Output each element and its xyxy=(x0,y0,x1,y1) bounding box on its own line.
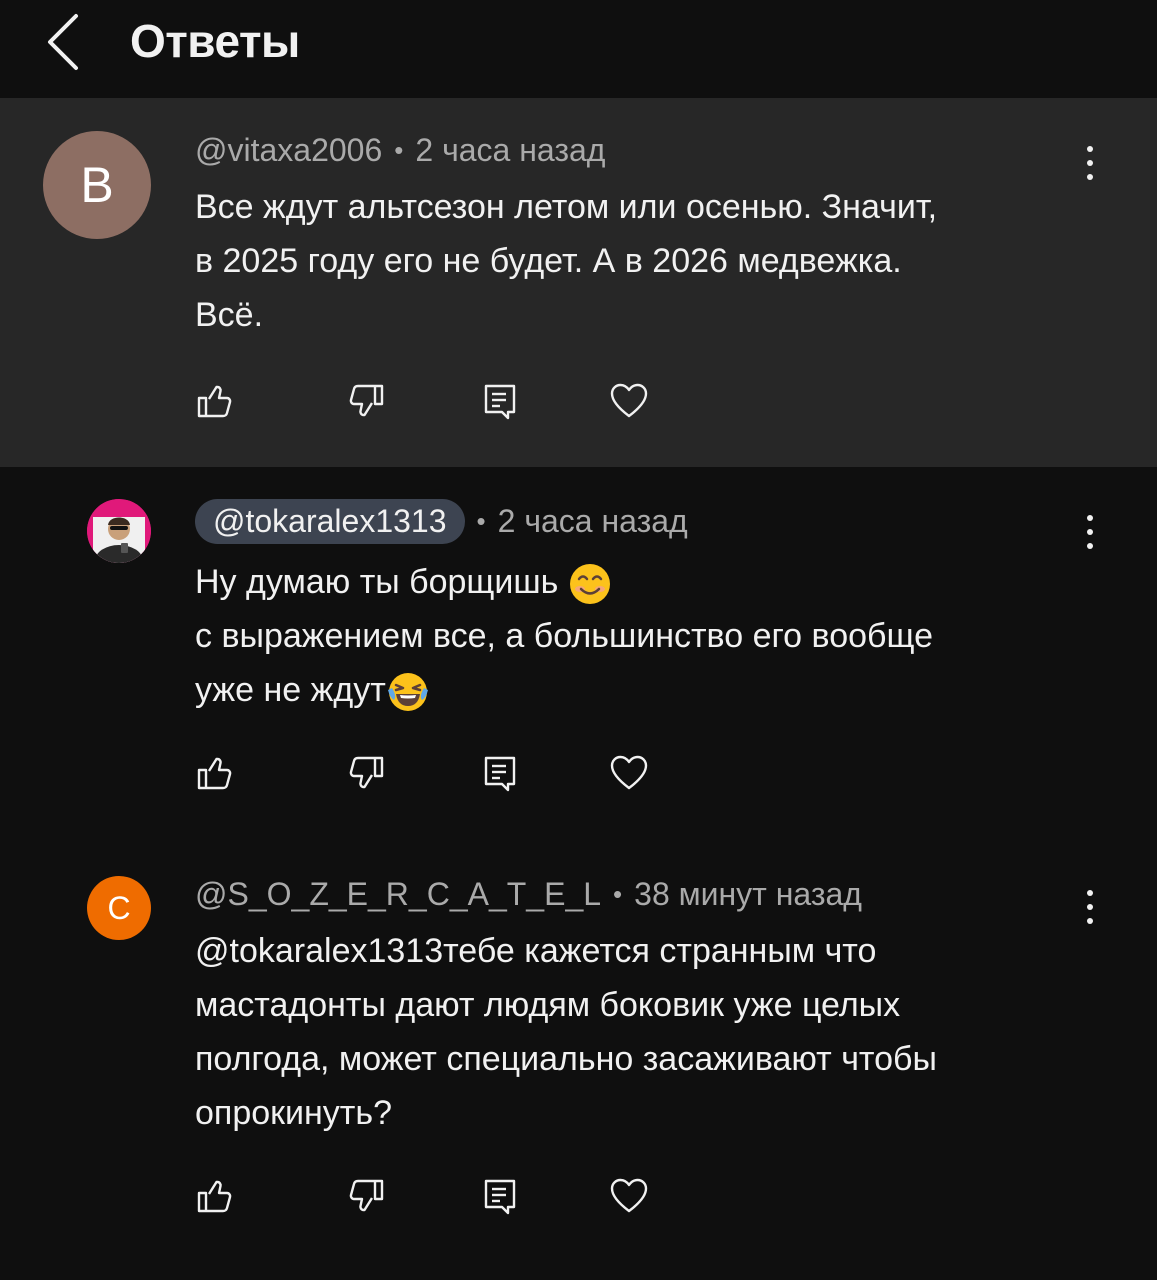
like-button[interactable] xyxy=(189,375,241,427)
avatar-letter: B xyxy=(80,157,114,213)
reply-button[interactable] xyxy=(474,1170,526,1222)
comment-text: Ну думаю ты борщишь с выражением все, а … xyxy=(195,555,1075,717)
more-options-button[interactable] xyxy=(1072,882,1108,932)
reply-button[interactable] xyxy=(474,375,526,427)
like-button[interactable] xyxy=(189,1170,241,1222)
comment-meta: @vitaxa2006 • 2 часа назад xyxy=(195,132,605,169)
more-vertical-icon xyxy=(1087,146,1093,152)
heart-icon xyxy=(610,755,648,790)
heart-button[interactable] xyxy=(603,375,655,427)
comment-text-line: с выражением все, а большинство его вооб… xyxy=(195,617,933,655)
avatar-photo-icon xyxy=(87,499,151,563)
comment-actions xyxy=(0,375,1157,435)
avatar[interactable]: C xyxy=(87,876,151,940)
comment-item: @tokaralex1313 • 2 часа назад Ну думаю т… xyxy=(0,467,1157,842)
heart-button[interactable] xyxy=(603,1170,655,1222)
dislike-button[interactable] xyxy=(340,1170,392,1222)
top-bar: Ответы xyxy=(0,0,1157,98)
comment-text: Все ждут альтсезон летом или осенью. Зна… xyxy=(195,180,1075,342)
reply-button[interactable] xyxy=(474,747,526,799)
like-button[interactable] xyxy=(189,747,241,799)
comment-text-line: Ну думаю ты борщишь xyxy=(195,555,1075,609)
thumbs-up-icon xyxy=(197,385,232,418)
reply-comment-icon xyxy=(484,384,516,420)
chevron-left-icon xyxy=(48,14,78,70)
comment-text-line: мастадонты дают людям боковик уже целых xyxy=(195,986,901,1024)
comment-actions xyxy=(0,747,1157,807)
comment-actions xyxy=(0,1170,1157,1230)
more-vertical-icon xyxy=(1087,515,1093,521)
reply-comment-icon xyxy=(484,1179,516,1215)
comment-time: 2 часа назад xyxy=(497,503,688,539)
more-vertical-icon xyxy=(1087,890,1093,896)
separator-dot: • xyxy=(394,135,404,165)
avatar[interactable] xyxy=(87,499,151,563)
avatar[interactable]: B xyxy=(43,131,151,239)
comment-text-line: Всё. xyxy=(195,296,264,334)
more-options-button[interactable] xyxy=(1072,138,1108,188)
back-button[interactable] xyxy=(40,12,88,72)
comment-item: C @S_O_Z_E_R_C_A_T_E_L • 38 минут назад … xyxy=(0,842,1157,1280)
comment-text-line: опрокинуть? xyxy=(195,1094,392,1132)
avatar-letter: C xyxy=(107,889,131,926)
thumbs-down-icon xyxy=(349,384,384,417)
separator-dot: • xyxy=(613,879,623,909)
comment-author[interactable]: @vitaxa2006 xyxy=(195,132,382,169)
comment-meta: @tokaralex1313 • 2 часа назад xyxy=(195,499,688,544)
separator-dot: • xyxy=(476,506,486,536)
author-handle-chip[interactable]: @tokaralex1313 xyxy=(195,499,465,544)
dislike-button[interactable] xyxy=(340,375,392,427)
comment-meta: @S_O_Z_E_R_C_A_T_E_L • 38 минут назад xyxy=(195,876,862,913)
heart-icon xyxy=(610,1178,648,1213)
thumbs-down-icon xyxy=(349,1179,384,1212)
comment-author[interactable]: @S_O_Z_E_R_C_A_T_E_L xyxy=(195,876,601,913)
page-title: Ответы xyxy=(130,15,300,67)
heart-button[interactable] xyxy=(603,747,655,799)
comment-text-line: уже не ждут xyxy=(195,663,1075,717)
more-options-button[interactable] xyxy=(1072,507,1108,557)
reply-comment-icon xyxy=(484,756,516,792)
thumbs-up-icon xyxy=(197,757,232,790)
comment-time: 2 часа назад xyxy=(415,132,606,168)
thumbs-down-icon xyxy=(349,756,384,789)
comment-time: 38 минут назад xyxy=(634,876,862,912)
comment-item: B @vitaxa2006 • 2 часа назад Все ждут ал… xyxy=(0,98,1157,467)
comment-text-line: в 2025 году его не будет. А в 2026 медве… xyxy=(195,242,902,280)
comment-text: @tokaralex1313тебе кажется странным что … xyxy=(195,924,1075,1140)
dislike-button[interactable] xyxy=(340,747,392,799)
thumbs-up-icon xyxy=(197,1180,232,1213)
comment-text-line: @tokaralex1313тебе кажется странным что xyxy=(195,932,877,970)
comment-text-line: Все ждут альтсезон летом или осенью. Зна… xyxy=(195,188,938,226)
tears-of-joy-emoji-icon xyxy=(387,673,428,712)
smiling-face-emoji-icon xyxy=(569,564,610,605)
heart-icon xyxy=(610,383,648,418)
comment-text-line: полгода, может специально засаживают что… xyxy=(195,1040,937,1078)
